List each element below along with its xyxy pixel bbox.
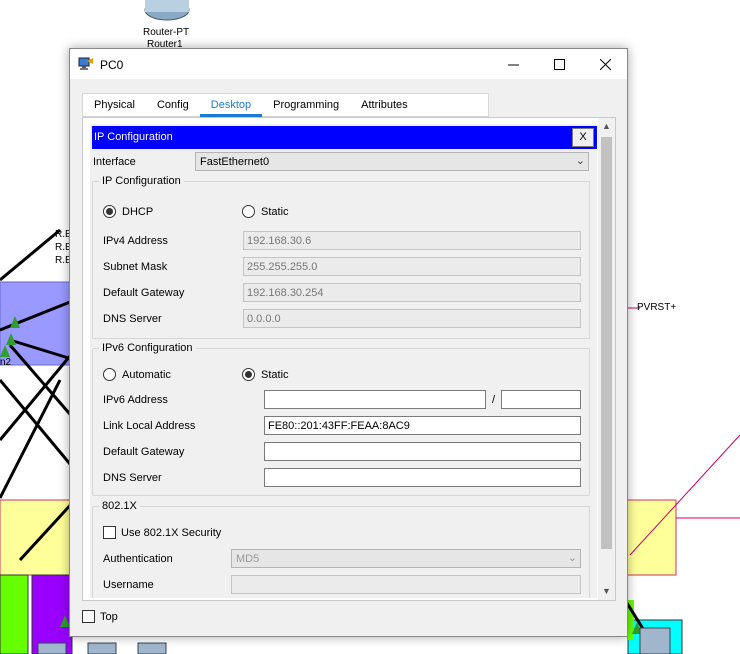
ipv4-address-field[interactable]: 192.168.30.6 bbox=[243, 231, 581, 250]
dot1x-group: 802.1X Use 802.1X Security Authenticatio… bbox=[92, 500, 590, 598]
ipv4-address-label: IPv4 Address bbox=[103, 235, 168, 247]
authentication-value: MD5 bbox=[236, 553, 260, 565]
minimize-button[interactable] bbox=[490, 49, 536, 79]
interface-value: FastEthernet0 bbox=[200, 156, 270, 168]
ipv6-dns-field[interactable] bbox=[264, 468, 581, 487]
authentication-label: Authentication bbox=[103, 553, 173, 565]
chevron-down-icon: ⌄ bbox=[567, 552, 577, 564]
ipv6-static-label: Static bbox=[261, 369, 289, 381]
scrollbar-thumb[interactable] bbox=[601, 137, 612, 549]
username-field[interactable] bbox=[231, 575, 581, 594]
window-title: PC0 bbox=[100, 58, 124, 72]
vlan-area-violet bbox=[31, 574, 73, 654]
ipv6-address-label: IPv6 Address bbox=[103, 394, 168, 406]
ip-config-app: IP Configuration X Interface FastEtherne… bbox=[90, 124, 597, 598]
ipv6-group-title: IPv6 Configuration bbox=[99, 342, 196, 354]
ipv6-dns-label: DNS Server bbox=[103, 472, 162, 484]
vlan-area-yellow-right bbox=[625, 499, 677, 576]
ipv4-group-title: IP Configuration bbox=[99, 175, 184, 187]
use-8021x-label: Use 802.1X Security bbox=[121, 527, 222, 539]
subnet-mask-label: Subnet Mask bbox=[103, 261, 168, 273]
ip-config-close-button[interactable]: X bbox=[572, 128, 594, 147]
title-bar[interactable]: PC0 bbox=[70, 49, 627, 79]
scroll-up-icon[interactable]: ▲ bbox=[598, 118, 615, 135]
chevron-down-icon: ⌄ bbox=[575, 155, 585, 167]
area-side-label: n2 bbox=[0, 357, 12, 368]
ipv6-static-radio[interactable] bbox=[242, 368, 255, 381]
ipv6-gateway-label: Default Gateway bbox=[103, 446, 185, 458]
maximize-icon bbox=[553, 58, 565, 70]
dns-server-label: DNS Server bbox=[103, 313, 162, 325]
automatic-label: Automatic bbox=[122, 369, 171, 381]
tab-physical[interactable]: Physical bbox=[83, 94, 146, 116]
username-label: Username bbox=[103, 579, 154, 591]
pvrst-label: PVRST+ bbox=[637, 302, 677, 313]
interface-label: Interface bbox=[93, 156, 136, 168]
tab-attributes[interactable]: Attributes bbox=[350, 94, 418, 116]
vertical-scrollbar[interactable]: ▲ ▼ bbox=[598, 118, 615, 600]
top-label: Top bbox=[100, 611, 118, 623]
prefix-length-field[interactable] bbox=[501, 390, 581, 409]
router-device bbox=[144, 0, 190, 21]
authentication-select[interactable]: MD5 ⌄ bbox=[231, 549, 581, 568]
router-label-1: Router-PT bbox=[143, 27, 190, 38]
scroll-down-icon[interactable]: ▼ bbox=[598, 583, 615, 600]
link-local-field[interactable]: FE80::201:43FF:FEAA:8AC9 bbox=[264, 416, 581, 435]
prefix-separator: / bbox=[492, 394, 496, 406]
default-gateway-field[interactable]: 192.168.30.254 bbox=[243, 283, 581, 302]
automatic-radio[interactable] bbox=[103, 368, 116, 381]
close-button[interactable] bbox=[582, 49, 628, 79]
ipv6-gateway-field[interactable] bbox=[264, 442, 581, 461]
vlan-area-purple bbox=[0, 281, 76, 366]
dhcp-label: DHCP bbox=[122, 206, 154, 218]
tab-desktop[interactable]: Desktop bbox=[199, 94, 263, 117]
pc-icon bbox=[78, 57, 93, 70]
ipv6-group: IPv6 Configuration Automatic Static IPv6… bbox=[92, 342, 590, 496]
use-8021x-checkbox[interactable] bbox=[103, 526, 116, 539]
tab-bar: Physical Config Desktop Programming Attr… bbox=[82, 93, 489, 117]
interface-select[interactable]: FastEthernet0 ⌄ bbox=[195, 152, 589, 171]
dot1x-group-title: 802.1X bbox=[99, 500, 140, 512]
tab-programming[interactable]: Programming bbox=[262, 94, 350, 116]
ip-config-title: IP Configuration bbox=[94, 131, 173, 143]
top-checkbox[interactable] bbox=[82, 610, 95, 623]
link-local-label: Link Local Address bbox=[103, 420, 196, 432]
default-gateway-label: Default Gateway bbox=[103, 287, 185, 299]
subnet-mask-field[interactable]: 255.255.255.0 bbox=[243, 257, 581, 276]
close-icon bbox=[599, 58, 611, 70]
vlan-area-green bbox=[0, 574, 29, 654]
ip-config-header: IP Configuration X bbox=[92, 126, 597, 149]
minimize-icon bbox=[507, 64, 519, 65]
tab-config[interactable]: Config bbox=[146, 94, 200, 116]
ipv4-group: IP Configuration DHCP Static IPv4 Addres… bbox=[92, 175, 590, 339]
pc0-window: PC0 Physical Config Desktop Programming … bbox=[69, 48, 628, 637]
static-radio[interactable] bbox=[242, 205, 255, 218]
desktop-panel: IP Configuration X Interface FastEtherne… bbox=[82, 117, 616, 601]
static-label: Static bbox=[261, 206, 289, 218]
dns-server-field[interactable]: 0.0.0.0 bbox=[243, 309, 581, 328]
maximize-button[interactable] bbox=[536, 49, 582, 79]
dhcp-radio[interactable] bbox=[103, 205, 116, 218]
ipv6-address-field[interactable] bbox=[264, 390, 486, 409]
